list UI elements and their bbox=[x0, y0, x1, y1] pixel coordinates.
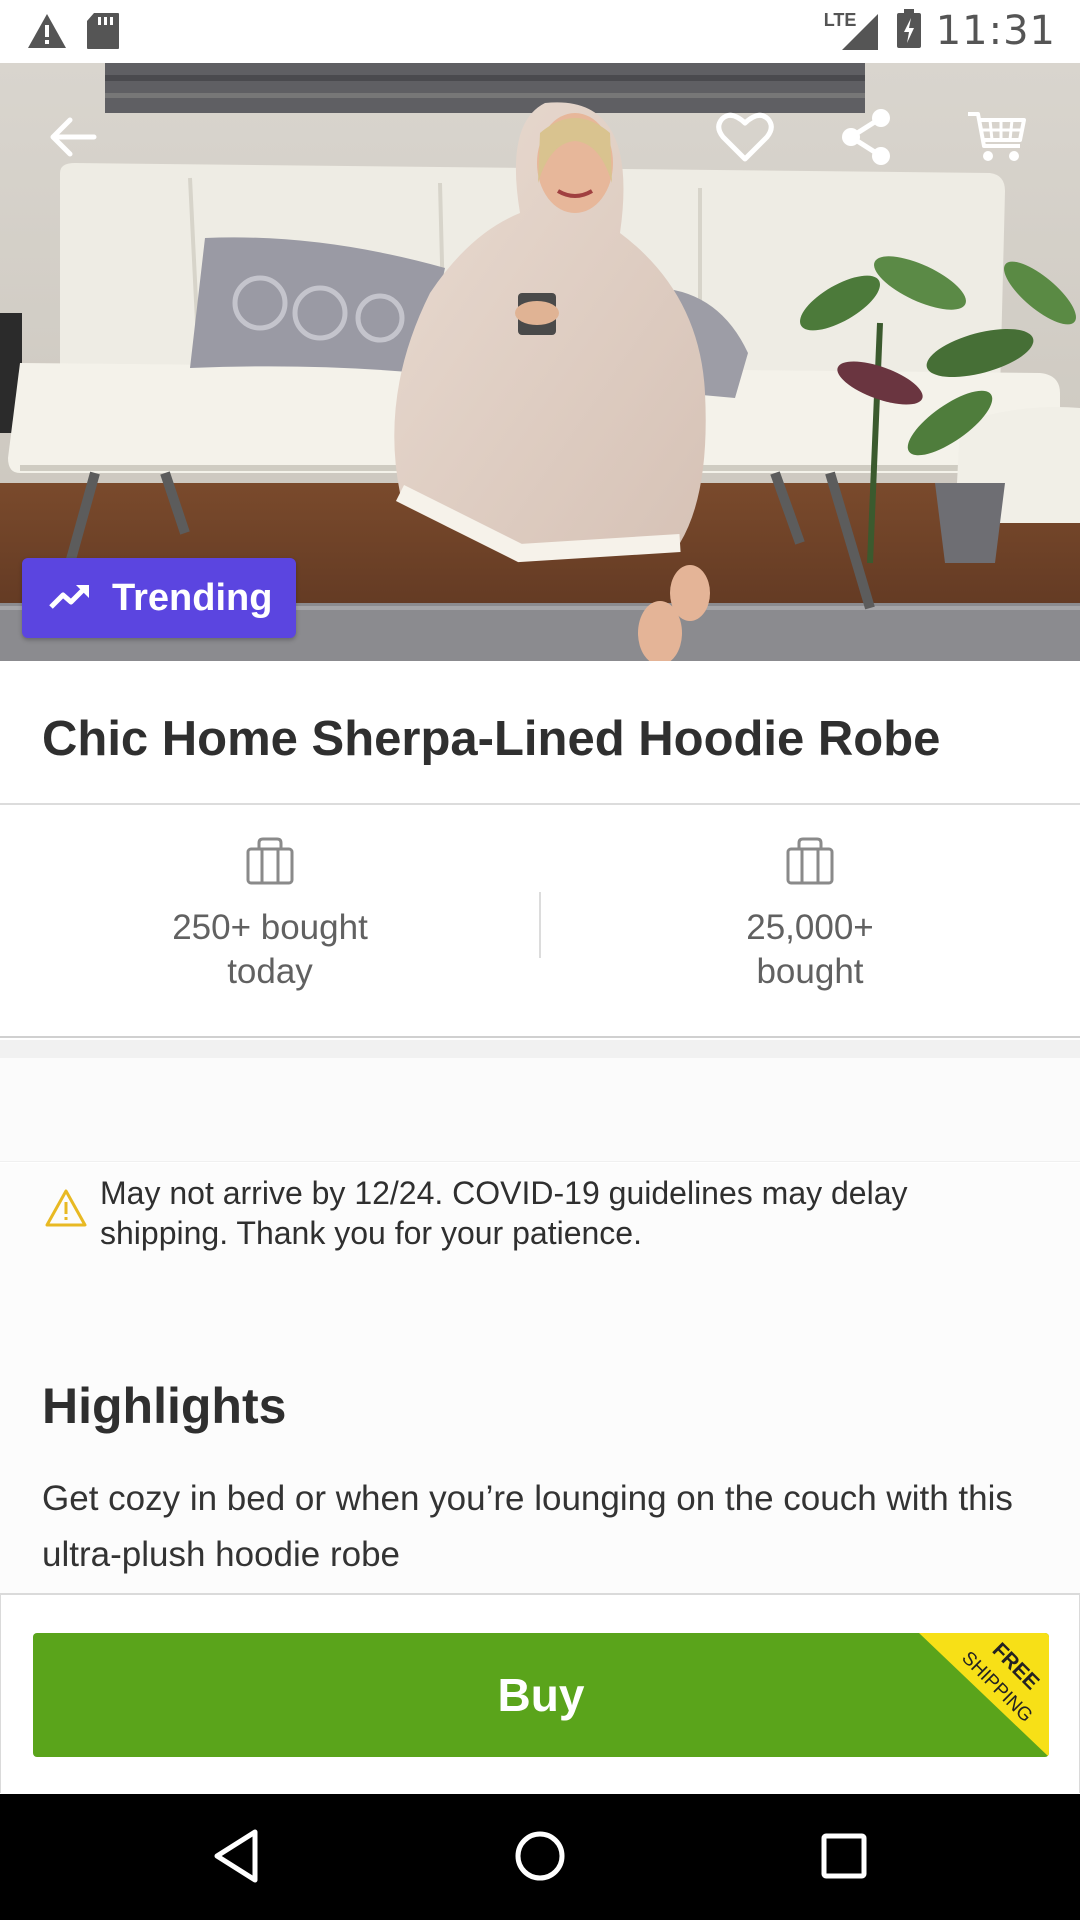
stat-total-bought-line1: 25,000+ bbox=[746, 908, 874, 947]
trending-badge: Trending bbox=[22, 558, 296, 638]
cart-icon bbox=[966, 110, 1028, 169]
section-divider bbox=[0, 1040, 1080, 1058]
trending-label: Trending bbox=[112, 576, 273, 619]
shopping-bag-icon bbox=[0, 836, 540, 886]
recents-nav-icon bbox=[820, 1832, 868, 1885]
highlights-section: Highlights Get cozy in bed or when you’r… bbox=[0, 1323, 1080, 1593]
stat-bought-today: 250+ bought today bbox=[0, 836, 540, 994]
nav-back-button[interactable] bbox=[200, 1822, 272, 1894]
system-nav-bar bbox=[0, 1794, 1080, 1920]
notice-line1: May not arrive by 12/24. COVID-19 guidel… bbox=[100, 1175, 908, 1211]
product-hero-image[interactable]: Trending bbox=[0, 63, 1080, 661]
back-nav-icon bbox=[212, 1829, 260, 1888]
stat-total-bought: 25,000+ bought bbox=[540, 836, 1080, 994]
spacer bbox=[0, 1058, 1080, 1162]
status-bar: LTE 11:31 bbox=[0, 0, 1080, 63]
cart-button[interactable] bbox=[961, 103, 1033, 175]
stat-total-bought-line2: bought bbox=[756, 952, 864, 991]
back-button[interactable] bbox=[37, 103, 109, 175]
purchase-stats: 250+ bought today 25,000+ bought bbox=[0, 806, 1080, 1038]
share-icon bbox=[839, 108, 893, 171]
stat-bought-today-line1: 250+ bought bbox=[172, 908, 368, 947]
nav-home-button[interactable] bbox=[504, 1822, 576, 1894]
nav-recents-button[interactable] bbox=[808, 1822, 880, 1894]
notice-line2: shipping. Thank you for your patience. bbox=[100, 1215, 642, 1251]
buy-bar: Buy FREE SHIPPING bbox=[0, 1593, 1080, 1793]
back-arrow-icon bbox=[48, 115, 98, 164]
heart-icon bbox=[716, 111, 774, 168]
product-title: Chic Home Sherpa-Lined Hoodie Robe bbox=[42, 712, 941, 766]
buy-button[interactable]: Buy FREE SHIPPING bbox=[33, 1633, 1049, 1757]
status-time: 11:31 bbox=[935, 8, 1056, 54]
wishlist-button[interactable] bbox=[709, 103, 781, 175]
sd-card-icon bbox=[86, 12, 120, 55]
title-section: Chic Home Sherpa-Lined Hoodie Robe bbox=[0, 661, 1080, 805]
warning-triangle-icon bbox=[44, 1188, 88, 1233]
battery-charging-icon bbox=[896, 8, 922, 54]
network-label: LTE bbox=[823, 10, 857, 30]
stat-bought-today-line2: today bbox=[227, 952, 313, 991]
highlights-text: Get cozy in bed or when you’re lounging … bbox=[42, 1479, 1013, 1574]
highlights-title: Highlights bbox=[42, 1378, 287, 1434]
buy-label: Buy bbox=[497, 1669, 585, 1721]
trending-icon bbox=[48, 581, 92, 616]
shipping-notice: May not arrive by 12/24. COVID-19 guidel… bbox=[0, 1163, 1080, 1323]
free-shipping-ribbon: FREE SHIPPING bbox=[919, 1633, 1049, 1757]
warning-icon bbox=[26, 12, 68, 55]
signal-icon: LTE bbox=[824, 10, 882, 52]
share-button[interactable] bbox=[830, 103, 902, 175]
home-nav-icon bbox=[514, 1830, 566, 1887]
shopping-bag-icon bbox=[540, 836, 1080, 886]
